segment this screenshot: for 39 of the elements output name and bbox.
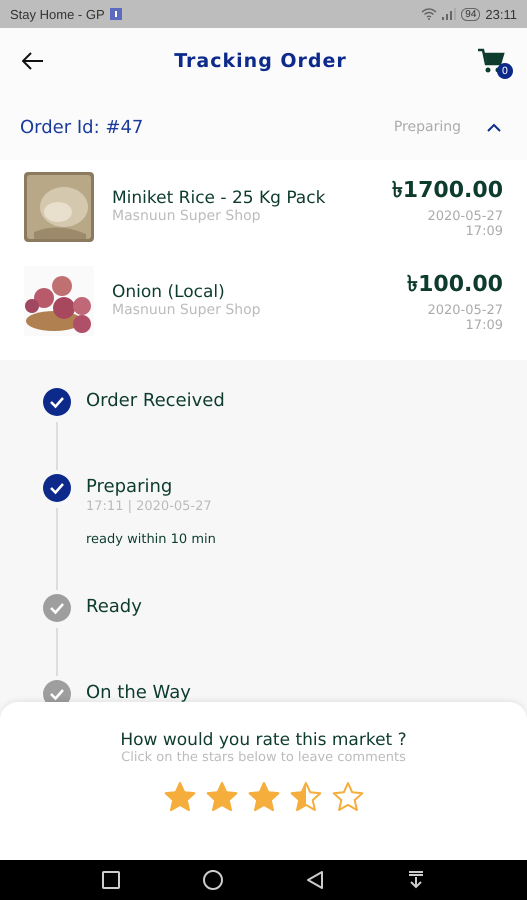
shop-name: Masnuun Super Shop — [112, 208, 262, 224]
step-label: Preparing — [86, 476, 174, 497]
clock-time: 23:11 — [485, 6, 517, 22]
star-icon[interactable] — [164, 781, 196, 813]
step-label: Ready — [86, 596, 142, 617]
collapse-button[interactable] — [487, 122, 501, 132]
home-icon[interactable] — [202, 869, 224, 891]
back-icon[interactable] — [305, 870, 326, 890]
order-time: 17:09 — [466, 318, 503, 333]
carrier-text: Stay Home - GP — [10, 6, 105, 22]
product-name: Miniket Rice - 25 Kg Pack — [112, 188, 326, 208]
step-note: ready within 10 min — [86, 532, 216, 547]
star-icon[interactable] — [248, 781, 280, 813]
step-label: On the Way — [86, 682, 191, 703]
order-date: 2020-05-27 — [427, 303, 503, 318]
product-price: ৳1700.00 — [392, 177, 503, 205]
star-icon[interactable] — [206, 781, 238, 813]
product-name: Onion (Local) — [112, 282, 226, 302]
rating-hint: Click on the stars below to leave comments — [121, 750, 406, 765]
notification-icon — [110, 8, 122, 20]
battery-level: 94 — [461, 8, 480, 20]
back-button[interactable] — [22, 52, 44, 70]
order-time: 17:09 — [466, 224, 503, 239]
star-rating[interactable] — [164, 781, 364, 813]
cart-count-badge: 0 — [496, 63, 513, 79]
step-label: Order Received — [86, 390, 225, 411]
signal-icon — [442, 8, 456, 20]
page-title: Tracking Order — [174, 50, 347, 72]
step-time: 17:11 | 2020-05-27 — [86, 499, 213, 514]
order-id: Order Id: #47 — [20, 116, 144, 138]
wifi-icon — [421, 8, 438, 20]
shop-name: Masnuun Super Shop — [112, 302, 262, 318]
order-date: 2020-05-27 — [427, 209, 503, 224]
product-price: ৳100.00 — [407, 271, 503, 299]
rating-question: How would you rate this market ? — [120, 730, 407, 750]
order-status: Preparing — [394, 119, 461, 135]
star-icon[interactable] — [290, 781, 322, 813]
star-icon[interactable] — [332, 781, 364, 813]
recent-apps-icon[interactable] — [100, 870, 121, 890]
